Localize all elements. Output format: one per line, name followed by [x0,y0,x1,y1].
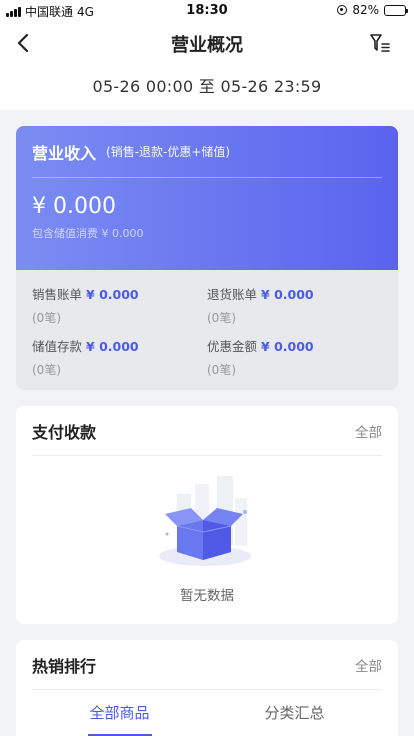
stat-label: 优惠金额 [207,339,258,354]
stat-value: ¥ 0.000 [261,287,314,302]
revenue-stats: 销售账单 ¥ 0.000 (0笔) 退货账单 ¥ 0.000 (0笔) 储值存款 ¥ … [16,270,398,378]
revenue-summary: 营业收入 (销售-退款-优惠+储值) ¥ 0.000 包含储值消费 ¥ 0.00… [16,126,398,390]
stat-discounts: 优惠金额 ¥ 0.000 (0笔) [207,336,382,378]
revenue-subtext: 包含储值消费 ¥ 0.000 [32,227,144,240]
payment-all-link[interactable]: 全部 [355,421,382,441]
empty-box-icon [159,476,251,566]
hot-sales-card: 热销排行 全部 全部商品 分类汇总 [16,640,398,736]
stat-label: 储值存款 [32,339,83,354]
payment-card: 支付收款 全部 暂无数据 [16,406,398,624]
stat-count: (0笔) [207,363,236,377]
stat-count: (0笔) [207,311,236,325]
stat-label: 退货账单 [207,287,258,302]
empty-state: 暂无数据 [16,468,398,604]
stat-count: (0笔) [32,311,61,325]
stat-label: 销售账单 [32,287,83,302]
hot-sales-title: 热销排行 [32,656,97,676]
date-range[interactable]: 05-26 00:00 至 05-26 23:59 [0,64,414,110]
stat-count: (0笔) [32,363,61,377]
stat-deposits: 储值存款 ¥ 0.000 (0笔) [32,336,207,378]
stat-value: ¥ 0.000 [86,287,139,302]
filter-icon[interactable] [368,31,392,55]
hot-sales-all-link[interactable]: 全部 [355,655,382,675]
revenue-formula: (销售-退款-优惠+储值) [106,145,231,159]
payment-title: 支付收款 [32,422,97,442]
hot-sales-tabs: 全部商品 分类汇总 [32,690,382,736]
stat-returns: 退货账单 ¥ 0.000 (0笔) [207,284,382,326]
revenue-title: 营业收入 [32,143,97,163]
tab-all-products[interactable]: 全部商品 [32,690,207,736]
stat-value: ¥ 0.000 [86,339,139,354]
stat-value: ¥ 0.000 [261,339,314,354]
nav-bar: 营业概况 [0,22,414,64]
tab-category-summary[interactable]: 分类汇总 [207,690,382,736]
revenue-amount: ¥ 0.000 [32,194,116,219]
stat-sales: 销售账单 ¥ 0.000 (0笔) [32,284,207,326]
orientation-lock-icon [337,5,348,15]
empty-text: 暂无数据 [180,588,234,604]
battery-percent: 82% [352,3,379,17]
revenue-card: 营业收入 (销售-退款-优惠+储值) ¥ 0.000 包含储值消费 ¥ 0.00… [16,126,398,270]
status-bar: 中国联通 4G 18:30 82% [0,0,414,22]
page-title: 营业概况 [171,35,243,56]
battery-icon [384,4,408,16]
